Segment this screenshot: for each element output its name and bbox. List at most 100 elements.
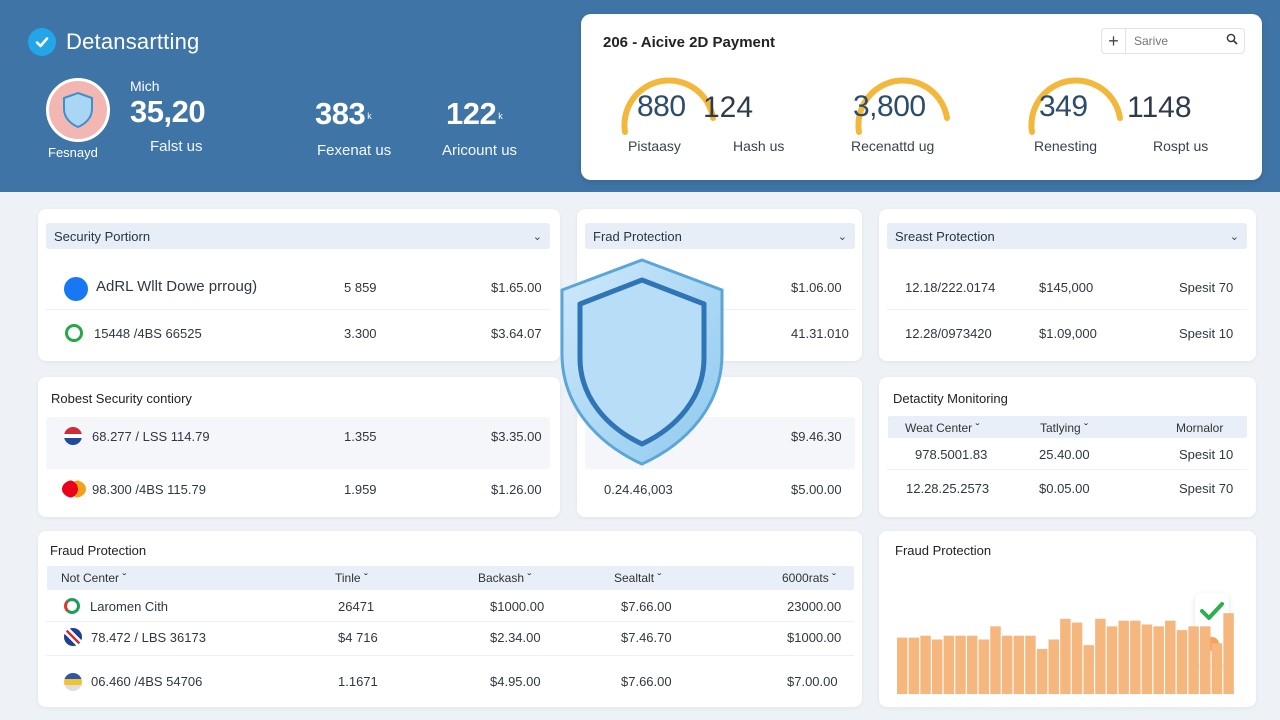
fraud-protection-table-panel: Fraud Protection Not Center ˇ Tinle ˇ Ba… [38,531,862,707]
row-id: 12.18/222.0174 [905,280,996,295]
search-box[interactable]: + [1101,28,1245,54]
stat-suffix: k [367,110,372,121]
chart-bar [1083,645,1094,694]
chevron-down-icon[interactable]: ⌄ [838,230,847,243]
column-header[interactable]: Weat Center ˇ [905,421,980,435]
row-name: 15448 /4BS 66525 [94,326,202,341]
gauge-caption: Hash us [733,138,785,154]
panel-title: Fraud Protection [895,543,992,558]
chevron-down-icon: ˇ [1084,421,1089,435]
chart-bar [1223,613,1234,694]
panel-header[interactable]: Frad Protection ⌄ [585,223,855,249]
chart-bar [908,637,920,694]
chevron-down-icon[interactable]: ⌄ [1230,230,1239,243]
gauge-value: 124 [703,91,754,124]
panel-title: Frad Protection [593,228,682,244]
flag-icon [64,628,82,646]
row-amount: $1.09,000 [1039,326,1097,341]
flag-icon [64,427,82,445]
avatar-label: Fesnayd [48,145,98,160]
row-amount: $1.26.00 [491,482,542,497]
row-id: 12.28.25.2573 [906,481,990,496]
row-amount: 25.40.00 [1039,447,1090,462]
chevron-down-icon: ˇ [363,571,368,585]
row-total: $1000.00 [787,630,842,645]
stat-caption: Fexenat us [317,142,392,159]
payment-card: 206 - Aicive 2D Payment + 880 124 Pistaa… [581,14,1262,180]
shield-icon [560,258,724,466]
chart-bar [943,635,955,694]
row-name: 06.460 /4BS 54706 [91,674,203,689]
gauge-value: 349 [1039,90,1088,123]
row-id: 12.28/0973420 [905,326,992,341]
status-text: Spesit 70 [1179,280,1234,295]
row-name: Laromen Cith [90,599,169,614]
chart-bar [1200,626,1211,694]
chevron-down-icon: ˇ [832,571,837,585]
status-text: Spesit 10 [1179,326,1234,341]
row-name: 78.472 / LBS 36173 [91,630,206,645]
chevron-down-icon: ˇ [527,571,532,585]
gauge-caption: Recenattd ug [851,138,935,154]
brand[interactable]: Detansartting [28,28,199,56]
column-header[interactable]: 6000rats ˇ [782,571,836,585]
panel-title: Fraud Protection [50,543,147,558]
plus-icon[interactable]: + [1102,29,1126,53]
stat-caption: Aricount us [442,142,518,159]
avatar[interactable] [46,78,110,142]
chart-bar [1048,639,1060,694]
row-amount: $9.46.30 [791,429,842,444]
row-amount: 41.31.010 [791,326,849,341]
row-time: 1.1671 [338,674,378,689]
row-amount: $5.00.00 [791,482,842,497]
row-sealtalt: $7.66.00 [621,674,672,689]
gauge-caption: Rospt us [1153,138,1209,154]
stat-main: Mich 35,20 [130,78,206,130]
chart-bar [966,635,978,694]
chart-bar [990,626,1001,694]
chart-bar [1106,626,1118,694]
search-input[interactable] [1126,34,1214,48]
stat-caption-wrap: Falst us [150,128,203,155]
column-header[interactable]: Tinle ˇ [335,571,368,585]
chart-bar [1060,618,1071,694]
row-amount: $3.64.07 [491,326,542,341]
stat-small-label: Mich [130,78,160,94]
chart-bar [1141,624,1153,694]
row-count: 5 859 [344,280,377,295]
column-header[interactable]: Tatlying ˇ [1040,421,1088,435]
app-title: Detansartting [66,29,200,54]
stat-suffix: k [498,110,503,121]
row-value: 0.24.46,003 [604,482,673,497]
security-portion-panel: Security Portiorn ⌄ AdRL Wllt Dowe prrou… [38,209,560,361]
panel-header[interactable]: Security Portiorn ⌄ [46,223,550,249]
chevron-down-icon[interactable]: ⌄ [533,230,542,243]
stat-value: 122 [446,96,497,131]
row-backash: $4.95.00 [490,674,541,689]
divider [46,309,550,310]
stat-third: 122 k Aricount us [442,96,517,159]
row-sealtalt: $7.66.00 [621,599,672,614]
divider [887,469,1247,470]
panel-header[interactable]: Sreast Protection ⌄ [887,223,1247,249]
panel-title: Security Portiorn [54,228,151,244]
column-header[interactable]: Mornalor [1176,421,1223,435]
status-text: Spesit 70 [1179,481,1234,496]
search-icon[interactable] [1226,32,1238,50]
chart-bar [1165,620,1176,694]
status-icon [65,324,83,342]
column-header[interactable]: Backash ˇ [478,571,531,585]
column-header[interactable]: Sealtalt ˇ [614,571,661,585]
stat-value: 383 [315,96,366,131]
divider [46,655,854,656]
chart-bar [1095,618,1106,694]
facebook-icon [64,277,88,301]
check-icon [28,28,56,56]
column-header[interactable]: Not Center ˇ [61,571,126,585]
stat-second: 383 k Fexenat us [315,96,391,159]
flag-icon [64,673,82,691]
chart-bar [1130,620,1141,694]
chart-bar [897,637,908,694]
panel-title: Robest Security contiory [51,391,192,406]
chart-bar [1211,643,1223,694]
